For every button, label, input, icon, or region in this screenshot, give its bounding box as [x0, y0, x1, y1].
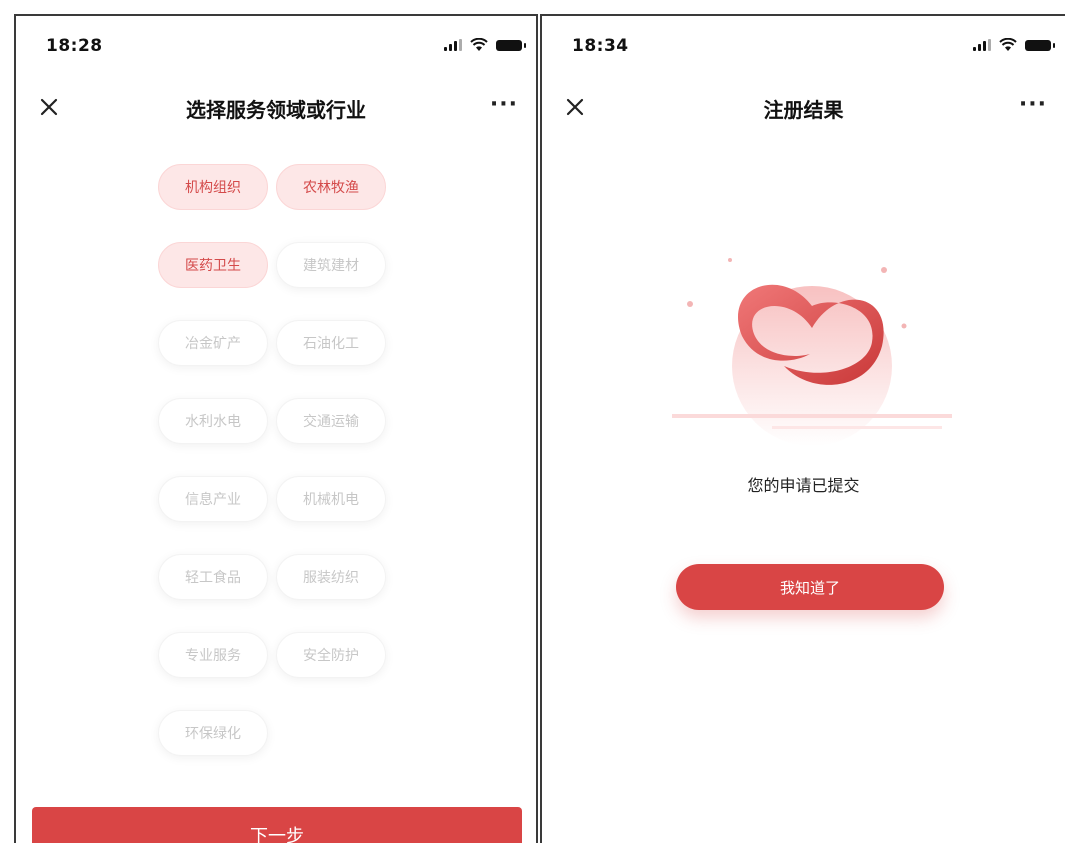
industry-tag[interactable]: 环保绿化	[158, 710, 268, 756]
industry-tag[interactable]: 机构组织	[158, 164, 268, 210]
signal-icon	[973, 39, 991, 51]
industry-tag[interactable]: 专业服务	[158, 632, 268, 678]
battery-icon	[1025, 39, 1055, 51]
industry-tag-grid: 机构组织 农林牧渔 医药卫生 建筑建材 冶金矿产 石油化工 水利水电 交通运输 …	[158, 164, 396, 756]
next-button[interactable]: 下一步	[32, 807, 522, 843]
status-icons	[444, 38, 526, 52]
nav-bar: 注册结果 ···	[542, 74, 1065, 138]
status-bar: 18:34	[542, 16, 1065, 72]
nav-bar: 选择服务领域或行业 ···	[16, 74, 536, 138]
industry-tag[interactable]: 服装纺织	[276, 554, 386, 600]
page-title: 注册结果	[763, 98, 844, 122]
industry-tag[interactable]: 医药卫生	[158, 242, 268, 288]
page-title: 选择服务领域或行业	[186, 98, 366, 122]
result-message: 您的申请已提交	[747, 476, 860, 495]
wifi-icon	[470, 38, 488, 52]
wifi-icon	[999, 38, 1017, 52]
status-bar: 18:28	[16, 16, 536, 72]
left-screen: 18:28 选择服务领域或行业 ··· 机构组织 农林牧渔 医药卫生 建筑建材 …	[14, 14, 538, 843]
industry-tag[interactable]: 轻工食品	[158, 554, 268, 600]
more-icon[interactable]: ···	[1019, 92, 1047, 117]
status-icons	[973, 38, 1055, 52]
industry-tag[interactable]: 石油化工	[276, 320, 386, 366]
industry-tag[interactable]: 机械机电	[276, 476, 386, 522]
status-time: 18:34	[572, 36, 629, 56]
battery-icon	[496, 39, 526, 51]
industry-tag[interactable]: 建筑建材	[276, 242, 386, 288]
more-icon[interactable]: ···	[490, 92, 518, 117]
industry-tag[interactable]: 交通运输	[276, 398, 386, 444]
right-screen: 18:34 注册结果 ··· 您的申请已提交 我知道了	[540, 14, 1065, 843]
heart-icon	[672, 246, 952, 446]
industry-tag[interactable]: 农林牧渔	[276, 164, 386, 210]
acknowledge-button[interactable]: 我知道了	[676, 564, 944, 610]
industry-tag[interactable]: 安全防护	[276, 632, 386, 678]
signal-icon	[444, 39, 462, 51]
industry-tag[interactable]: 水利水电	[158, 398, 268, 444]
industry-tag[interactable]: 冶金矿产	[158, 320, 268, 366]
status-time: 18:28	[46, 36, 103, 56]
industry-tag[interactable]: 信息产业	[158, 476, 268, 522]
